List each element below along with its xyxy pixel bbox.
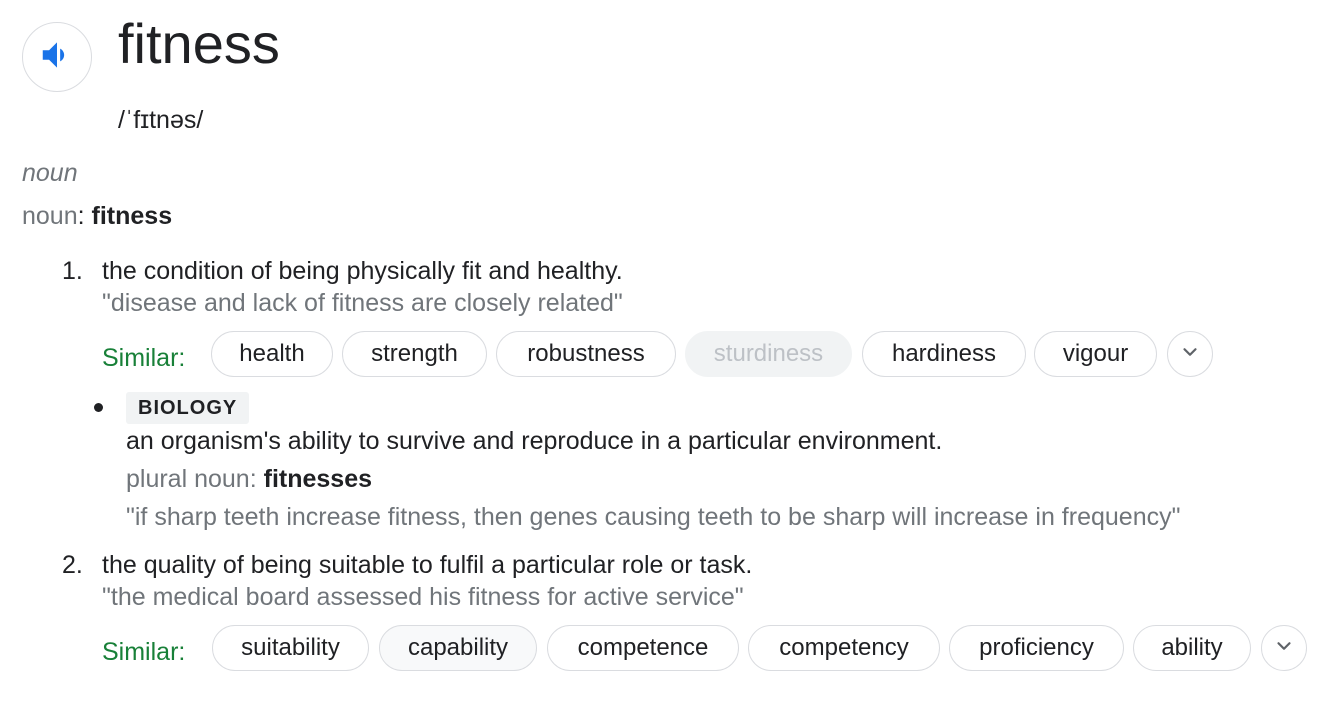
pronunciation-audio-button[interactable] xyxy=(22,22,92,92)
subsense-example: "if sharp teeth increase fitness, then g… xyxy=(126,503,1181,531)
similar-chip-ability[interactable]: ability xyxy=(1133,625,1251,671)
pos-label: noun xyxy=(22,202,78,230)
similar-chip-suitability[interactable]: suitability xyxy=(212,625,369,671)
sense-example: "disease and lack of fitness are closely… xyxy=(102,289,623,317)
sense-number: 2. xyxy=(62,551,83,579)
plural-form: fitnesses xyxy=(263,465,373,493)
pos-word: fitness xyxy=(91,202,173,230)
similar-chip-health[interactable]: health xyxy=(211,331,333,377)
similar-chip-hardiness[interactable]: hardiness xyxy=(862,331,1026,377)
similar-chip-sturdiness[interactable]: sturdiness xyxy=(685,331,852,377)
similar-chip-robustness[interactable]: robustness xyxy=(496,331,676,377)
expand-similar-button[interactable] xyxy=(1167,331,1213,377)
domain-label: BIOLOGY xyxy=(126,392,250,424)
similar-chip-strength[interactable]: strength xyxy=(342,331,487,377)
sense-example: "the medical board assessed his fitness … xyxy=(102,583,744,611)
similar-chip-proficiency[interactable]: proficiency xyxy=(949,625,1124,671)
similar-chip-competency[interactable]: competency xyxy=(748,625,940,671)
pos-separator: : xyxy=(77,202,92,230)
similar-label: Similar: xyxy=(102,638,186,666)
plural-line: plural noun: fitnesses xyxy=(126,464,372,494)
pronunciation: /ˈfɪtnəs/ xyxy=(118,106,204,134)
part-of-speech: noun xyxy=(22,159,78,187)
sense-definition: the condition of being physically fit an… xyxy=(102,257,623,285)
sense-number: 1. xyxy=(62,257,83,285)
subsense-definition: an organism's ability to survive and rep… xyxy=(126,427,943,455)
speaker-icon xyxy=(38,36,76,79)
sense-definition: the quality of being suitable to fulfil … xyxy=(102,551,753,579)
similar-chip-vigour[interactable]: vigour xyxy=(1034,331,1157,377)
headword-line: noun: fitness xyxy=(22,201,172,231)
similar-chip-capability[interactable]: capability xyxy=(379,625,537,671)
similar-chip-competence[interactable]: competence xyxy=(547,625,739,671)
plural-label: plural noun xyxy=(126,465,250,493)
chevron-down-icon xyxy=(1273,635,1295,662)
chevron-down-icon xyxy=(1179,341,1201,368)
similar-label: Similar: xyxy=(102,344,186,372)
plural-separator: : xyxy=(249,465,264,493)
bullet xyxy=(94,403,103,412)
headword: fitness xyxy=(118,12,280,75)
expand-similar-button[interactable] xyxy=(1261,625,1307,671)
